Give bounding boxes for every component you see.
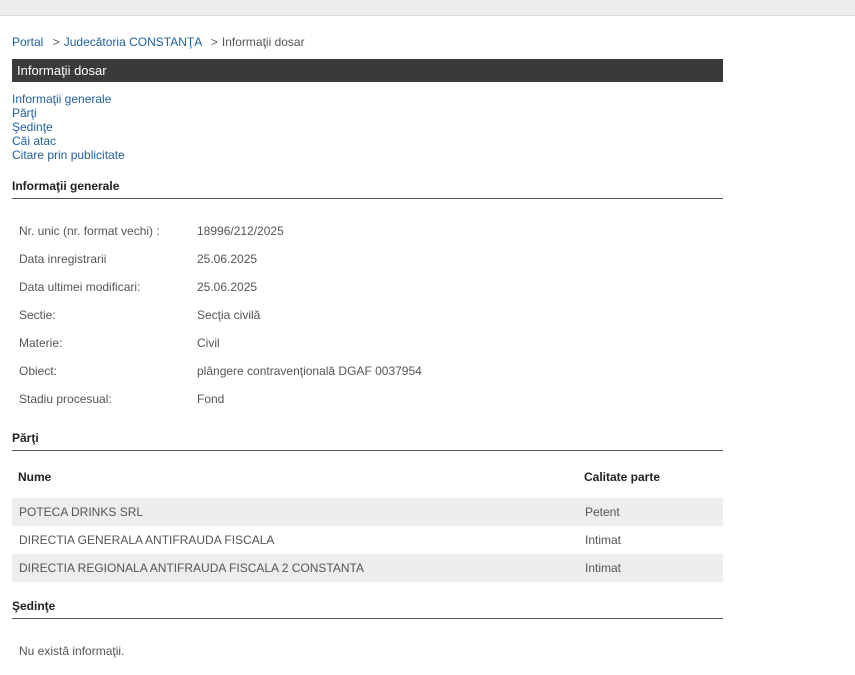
info-value: 25.06.2025 [197,280,258,294]
column-header-role: Calitate parte [584,470,661,484]
section-anchor-links: Informaţii generale Părţi Şedinţe Căi at… [12,92,125,162]
info-row-case-number: Nr. unic (nr. format vechi) : 18996/212/… [19,224,422,252]
info-value: plângere contravenţională DGAF 0037954 [197,364,422,378]
anchor-link-parti[interactable]: Părţi [12,106,125,120]
table-row: DIRECTIA REGIONALA ANTIFRAUDA FISCALA 2 … [12,554,723,582]
info-label: Obiect: [19,364,58,378]
party-name: POTECA DRINKS SRL [19,505,144,519]
party-role: Intimat [585,561,622,575]
section-heading-general: Informaţii generale [12,179,723,199]
column-header-name: Nume [18,470,52,484]
general-info-table: Nr. unic (nr. format vechi) : 18996/212/… [19,224,422,420]
breadcrumb-portal-link[interactable]: Portal [12,35,43,49]
party-name: DIRECTIA REGIONALA ANTIFRAUDA FISCALA 2 … [19,561,364,575]
info-value: 25.06.2025 [197,252,258,266]
info-value: Civil [197,336,220,350]
info-label: Sectie: [19,308,56,322]
sedinte-empty-message: Nu există informaţii. [19,644,125,658]
info-row-object: Obiect: plângere contravenţională DGAF 0… [19,364,422,392]
breadcrumb-current: Informaţii dosar [221,35,305,49]
info-row-section: Sectie: Secţia civilă [19,308,422,336]
anchor-link-general-info[interactable]: Informaţii generale [12,92,125,106]
info-row-registration-date: Data inregistrarii 25.06.2025 [19,252,422,280]
info-label: Materie: [19,336,63,350]
info-label: Nr. unic (nr. format vechi) : [19,224,160,238]
table-row: DIRECTIA GENERALA ANTIFRAUDA FISCALA Int… [12,526,723,554]
table-row: POTECA DRINKS SRL Petent [12,498,723,526]
info-value: 18996/212/2025 [197,224,284,238]
browser-top-bar [0,0,855,16]
party-role: Intimat [585,533,622,547]
section-heading-sedinte: Şedinţe [12,599,723,619]
party-name: DIRECTIA GENERALA ANTIFRAUDA FISCALA [19,533,275,547]
page-title: Informaţii dosar [12,59,723,82]
breadcrumb-separator: > [52,35,60,49]
anchor-link-cai-atac[interactable]: Căi atac [12,134,125,148]
anchor-link-citare[interactable]: Citare prin publicitate [12,148,125,162]
info-label: Stadiu procesual: [19,392,112,406]
info-value: Secţia civilă [197,308,261,322]
section-heading-parti: Părţi [12,431,723,451]
info-value: Fond [197,392,225,406]
party-role: Petent [585,505,620,519]
info-label: Data ultimei modificari: [19,280,141,294]
breadcrumb-court-link[interactable]: Judecătoria CONSTANŢA [64,35,202,49]
anchor-link-sedinte[interactable]: Şedinţe [12,120,125,134]
breadcrumb: Portal > Judecătoria CONSTANŢA > Informaţi… [12,35,305,49]
breadcrumb-separator: > [210,35,218,49]
info-label: Data inregistrarii [19,252,107,266]
info-row-matter: Materie: Civil [19,336,422,364]
info-row-last-modified: Data ultimei modificari: 25.06.2025 [19,280,422,308]
info-row-procedural-stage: Stadiu procesual: Fond [19,392,422,420]
parti-table: POTECA DRINKS SRL Petent DIRECTIA GENERA… [12,498,723,582]
